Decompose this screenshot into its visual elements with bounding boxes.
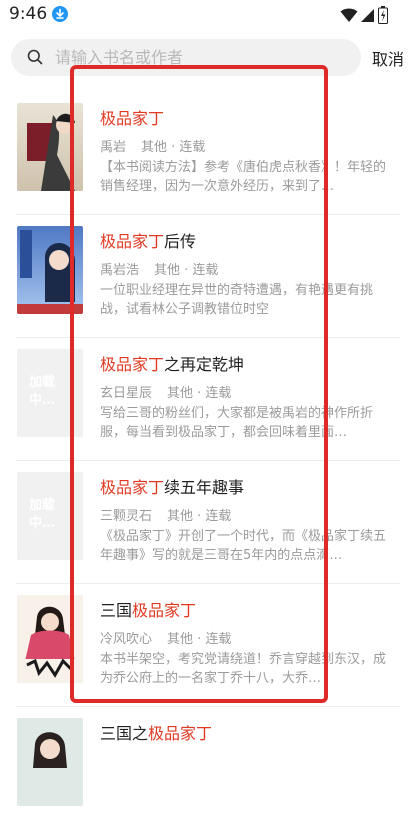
book-category: 其他 · 连载 — [167, 632, 232, 647]
keyword-highlight: 极品家丁 — [132, 601, 197, 620]
book-item[interactable]: 三国之极品家丁 — [0, 707, 418, 830]
book-author: 禹岩浩 — [100, 263, 140, 278]
book-author: 玄日星辰 — [100, 386, 153, 401]
book-description: 本书半架空，考究党请绕道！乔言穿越到东汉，成为乔公府上的一名家丁乔十八，大乔… — [100, 652, 387, 686]
book-category: 其他 · 连载 — [141, 140, 206, 155]
book-title: 三国之极品家丁 — [100, 724, 213, 743]
keyword-highlight: 极品家丁 — [148, 724, 213, 743]
cover-loading-text: 加载中… — [29, 498, 56, 531]
book-description: 《极品家丁》开创了一个时代，而《极品家丁续五年趣事》写的就是三哥在5年内的点点滴… — [100, 529, 387, 563]
book-cover-placeholder: 加载中… — [17, 349, 83, 437]
book-category: 其他 · 连载 — [167, 386, 232, 401]
book-item[interactable]: 加载中… 极品家丁续五年趣事 三颗灵石 其他 · 连载 《极品家丁》开创了一个时代… — [0, 461, 418, 584]
signal-icon — [358, 7, 375, 23]
book-author: 禹岩 — [100, 140, 127, 155]
book-description: 一位职业经理在异世的奇特遭遇，有艳遇更有挑战，试看林公子调教错位时空 — [100, 283, 374, 317]
book-author: 三颗灵石 — [100, 509, 153, 524]
book-item[interactable]: 三国极品家丁 冷风吹心 其他 · 连载 本书半架空，考究党请绕道！乔言穿越到东汉，… — [0, 584, 418, 707]
book-description: 【本书阅读方法】参考《唐伯虎点秋香》！年轻的销售经理，因为一次意外经历，来到了… — [100, 160, 387, 194]
book-cover-image — [17, 103, 83, 191]
book-meta: 冷风吹心 其他 · 连载 — [100, 628, 231, 647]
book-title: 极品家丁后传 — [100, 232, 197, 251]
cancel-button[interactable]: 取消 — [372, 46, 404, 70]
search-input[interactable] — [55, 39, 345, 76]
book-meta: 禹岩 其他 · 连载 — [100, 136, 205, 155]
keyword-highlight: 极品家丁 — [100, 355, 165, 374]
search-bar[interactable] — [11, 39, 361, 76]
wifi-icon — [337, 7, 358, 23]
book-description: 写给三哥的粉丝们，大家都是被禹岩的神作所折服，每当看到极品家丁，都会回味着里面… — [100, 406, 374, 440]
download-notification-icon — [52, 6, 68, 22]
cover-loading-text: 加载中… — [29, 375, 56, 408]
book-meta: 三颗灵石 其他 · 连载 — [100, 505, 231, 524]
book-author: 冷风吹心 — [100, 632, 153, 647]
book-meta: 玄日星辰 其他 · 连载 — [100, 382, 231, 401]
book-cover-image — [17, 226, 83, 314]
keyword-highlight: 极品家丁 — [100, 109, 165, 128]
keyword-highlight: 极品家丁 — [100, 232, 165, 251]
book-cover-image — [17, 718, 83, 806]
book-cover-placeholder: 加载中… — [17, 472, 83, 560]
book-title: 极品家丁 — [100, 105, 164, 129]
book-category: 其他 · 连载 — [154, 263, 219, 278]
book-item[interactable]: 极品家丁 禹岩 其他 · 连载 【本书阅读方法】参考《唐伯虎点秋香》！年轻的销售经… — [0, 92, 418, 215]
status-bar: 9:46 — [0, 0, 418, 30]
book-title: 极品家丁之再定乾坤 — [100, 355, 245, 374]
book-title: 三国极品家丁 — [100, 601, 197, 620]
book-cover-image — [17, 595, 83, 683]
book-item[interactable]: 极品家丁后传 禹岩浩 其他 · 连载 一位职业经理在异世的奇特遭遇，有艳遇更有挑战… — [0, 215, 418, 338]
book-category: 其他 · 连载 — [167, 509, 232, 524]
battery-icon — [375, 6, 388, 24]
status-time: 9:46 — [9, 4, 48, 24]
keyword-highlight: 极品家丁 — [100, 478, 165, 497]
search-icon — [27, 49, 43, 69]
search-results-list: 极品家丁 禹岩 其他 · 连载 【本书阅读方法】参考《唐伯虎点秋香》！年轻的销售经… — [0, 92, 418, 830]
book-meta: 禹岩浩 其他 · 连载 — [100, 259, 218, 278]
book-item[interactable]: 加载中… 极品家丁之再定乾坤 玄日星辰 其他 · 连载 写给三哥的粉丝们，大家都是… — [0, 338, 418, 461]
book-title: 极品家丁续五年趣事 — [100, 478, 245, 497]
